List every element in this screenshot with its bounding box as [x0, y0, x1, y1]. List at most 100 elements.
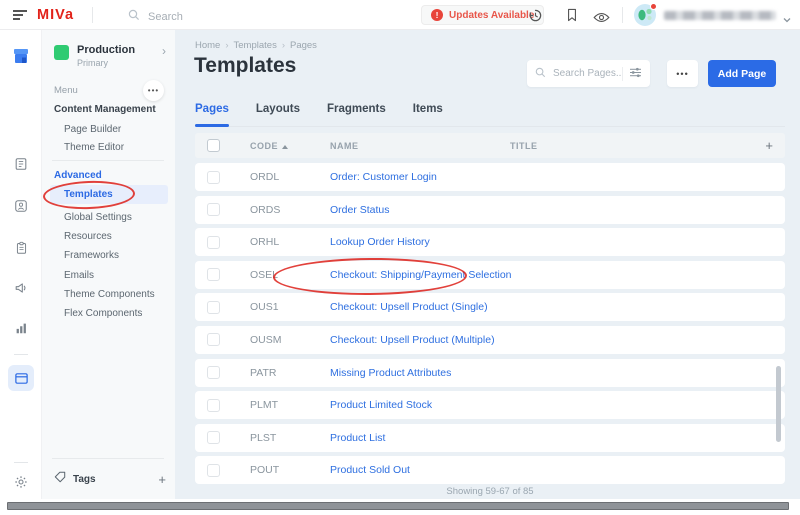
- table-row[interactable]: POUT Product Sold Out: [195, 456, 785, 484]
- pagination-status: Showing 59-67 of 85: [195, 486, 785, 497]
- vertical-scrollbar-thumb[interactable]: [776, 366, 781, 442]
- tags-label: Tags: [73, 474, 96, 485]
- section-title-content-management: Content Management: [54, 104, 156, 115]
- tab-pages[interactable]: Pages: [195, 103, 229, 126]
- menu-more-button[interactable]: •••: [143, 80, 164, 101]
- row-code: ORHL: [250, 236, 330, 248]
- sidebar-item-templates[interactable]: Templates: [64, 189, 113, 200]
- row-name-link[interactable]: Lookup Order History: [330, 236, 510, 248]
- catalog-icon[interactable]: [0, 241, 42, 255]
- sort-asc-icon: [282, 145, 288, 149]
- breadcrumb-templates[interactable]: Templates: [234, 40, 277, 51]
- search-pages-input[interactable]: [553, 68, 621, 79]
- filter-sliders-icon[interactable]: [629, 65, 642, 83]
- table-row[interactable]: ORDS Order Status: [195, 196, 785, 224]
- row-name-link[interactable]: Product Sold Out: [330, 464, 510, 476]
- divider: [622, 67, 623, 81]
- row-checkbox[interactable]: [207, 399, 220, 412]
- row-code: PLST: [250, 432, 330, 444]
- settings-gear-icon[interactable]: [0, 475, 42, 489]
- orders-icon[interactable]: [0, 157, 42, 171]
- sidebar-item-resources[interactable]: Resources: [64, 231, 112, 242]
- alert-icon: !: [431, 9, 443, 21]
- add-column-button[interactable]: +: [765, 138, 773, 153]
- account-email-obscured[interactable]: [664, 11, 776, 20]
- add-tag-button[interactable]: +: [158, 472, 166, 487]
- horizontal-scrollbar-thumb[interactable]: [7, 502, 789, 510]
- icon-rail: [0, 30, 42, 515]
- divider: [52, 160, 164, 161]
- miva-logo: MIVa: [37, 7, 74, 23]
- marketing-icon[interactable]: [0, 281, 42, 295]
- tags-section[interactable]: Tags +: [54, 470, 166, 488]
- sidebar-item-emails[interactable]: Emails: [64, 270, 94, 281]
- row-name-link[interactable]: Checkout: Shipping/Payment Selection: [330, 269, 510, 281]
- row-checkbox[interactable]: [207, 464, 220, 477]
- table-row[interactable]: PATR Missing Product Attributes: [195, 359, 785, 387]
- row-checkbox[interactable]: [207, 171, 220, 184]
- reports-icon[interactable]: [0, 321, 42, 335]
- sidebar-item-theme-editor[interactable]: Theme Editor: [64, 142, 124, 153]
- eye-icon[interactable]: [593, 10, 610, 28]
- bookmark-icon[interactable]: [566, 8, 578, 27]
- table-row[interactable]: ORDL Order: Customer Login: [195, 163, 785, 191]
- store-selector[interactable]: Production Primary ›: [54, 44, 166, 68]
- tab-items[interactable]: Items: [413, 103, 443, 126]
- column-header-name[interactable]: NAME: [330, 141, 510, 151]
- updates-available-button[interactable]: ! Updates Available: [421, 5, 544, 25]
- row-checkbox[interactable]: [207, 236, 220, 249]
- avatar[interactable]: [634, 4, 656, 26]
- add-page-button[interactable]: Add Page: [708, 60, 776, 87]
- tab-layouts[interactable]: Layouts: [256, 103, 300, 126]
- menu-label: Menu: [54, 85, 78, 96]
- tag-icon: [54, 470, 66, 488]
- tab-fragments[interactable]: Fragments: [327, 103, 386, 126]
- storefront-icon[interactable]: [0, 46, 42, 66]
- row-name-link[interactable]: Checkout: Upsell Product (Single): [330, 301, 510, 313]
- search-pages-box[interactable]: [527, 60, 650, 87]
- storefront-design-icon[interactable]: [8, 365, 34, 391]
- sidebar-item-flex-components[interactable]: Flex Components: [64, 308, 142, 319]
- table-row[interactable]: OUSM Checkout: Upsell Product (Multiple): [195, 326, 785, 354]
- row-name-link[interactable]: Product List: [330, 432, 510, 444]
- global-search[interactable]: Search: [128, 8, 183, 26]
- chevron-down-icon[interactable]: [783, 10, 791, 28]
- table-row[interactable]: PLST Product List: [195, 424, 785, 452]
- table-row-circled[interactable]: OSEL Checkout: Shipping/Payment Selectio…: [195, 261, 785, 289]
- search-icon: [128, 8, 140, 26]
- row-checkbox[interactable]: [207, 333, 220, 346]
- hamburger-menu-icon[interactable]: [13, 10, 27, 20]
- column-header-title[interactable]: TITLE: [510, 141, 765, 151]
- sidebar-item-global-settings[interactable]: Global Settings: [64, 212, 132, 223]
- breadcrumb-separator: [225, 40, 228, 51]
- sidebar-item-page-builder[interactable]: Page Builder: [64, 124, 121, 135]
- breadcrumb-home[interactable]: Home: [195, 40, 220, 51]
- table-row[interactable]: PLMT Product Limited Stock: [195, 391, 785, 419]
- row-checkbox[interactable]: [207, 203, 220, 216]
- row-code: PATR: [250, 367, 330, 379]
- row-name-link[interactable]: Checkout: Upsell Product (Multiple): [330, 334, 510, 346]
- column-header-code[interactable]: CODE: [250, 141, 330, 151]
- row-checkbox[interactable]: [207, 268, 220, 281]
- sidebar-item-frameworks[interactable]: Frameworks: [64, 250, 119, 261]
- row-code: OUS1: [250, 301, 330, 313]
- row-checkbox[interactable]: [207, 366, 220, 379]
- row-name-link[interactable]: Order Status: [330, 204, 510, 216]
- row-name-link[interactable]: Product Limited Stock: [330, 399, 510, 411]
- select-all-checkbox[interactable]: [207, 139, 220, 152]
- history-icon[interactable]: [528, 8, 543, 28]
- table-row[interactable]: OUS1 Checkout: Upsell Product (Single): [195, 293, 785, 321]
- sidebar-item-theme-components[interactable]: Theme Components: [64, 289, 155, 300]
- row-checkbox[interactable]: [207, 431, 220, 444]
- table-row[interactable]: ORHL Lookup Order History: [195, 228, 785, 256]
- divider: [52, 458, 164, 459]
- more-actions-button[interactable]: •••: [667, 60, 698, 87]
- customers-icon[interactable]: [0, 199, 42, 213]
- row-name-link[interactable]: Order: Customer Login: [330, 171, 510, 183]
- breadcrumb-pages[interactable]: Pages: [290, 40, 317, 51]
- breadcrumb: Home Templates Pages: [195, 40, 317, 51]
- store-name: Production: [77, 44, 135, 56]
- row-checkbox[interactable]: [207, 301, 220, 314]
- store-color-swatch: [54, 45, 69, 60]
- row-name-link[interactable]: Missing Product Attributes: [330, 367, 510, 379]
